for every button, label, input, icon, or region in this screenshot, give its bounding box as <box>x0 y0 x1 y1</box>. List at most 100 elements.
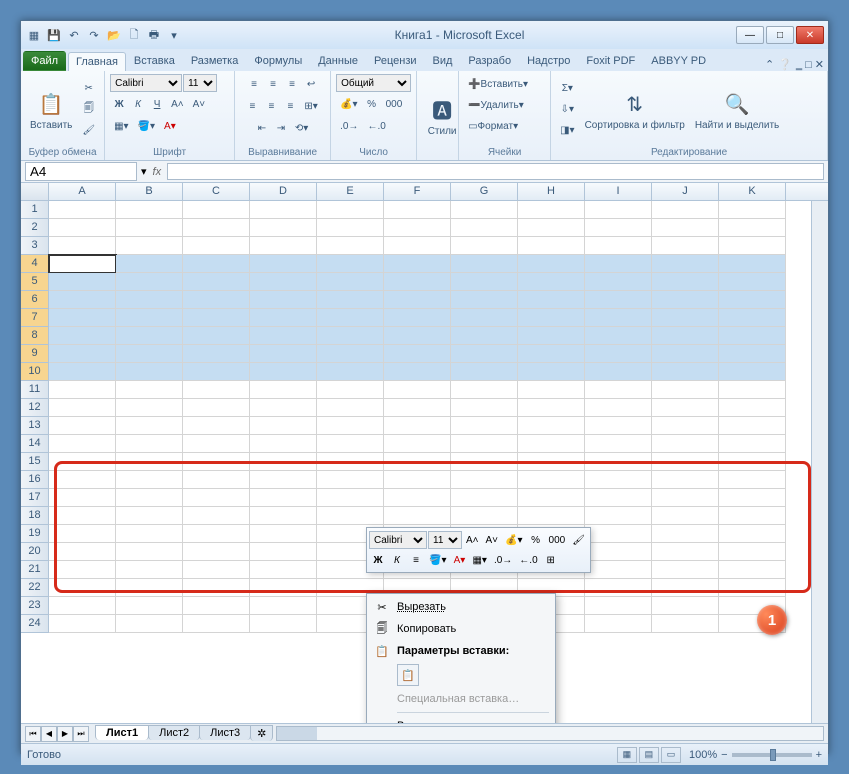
cell-E4[interactable] <box>317 255 384 273</box>
menu-cut[interactable]: ✂Вырезать <box>369 596 553 618</box>
row-header-10[interactable]: 10 <box>21 363 49 381</box>
cell-J23[interactable] <box>652 597 719 615</box>
cell-C23[interactable] <box>183 597 250 615</box>
mini-fill-color-icon[interactable]: 🪣▾ <box>426 551 449 569</box>
row-header-15[interactable]: 15 <box>21 453 49 471</box>
cell-K9[interactable] <box>719 345 786 363</box>
row-header-14[interactable]: 14 <box>21 435 49 453</box>
zoom-slider[interactable] <box>732 753 812 757</box>
col-header-F[interactable]: F <box>384 183 451 200</box>
cell-A12[interactable] <box>49 399 116 417</box>
align-right-icon[interactable]: ≡ <box>281 96 299 116</box>
row-header-18[interactable]: 18 <box>21 507 49 525</box>
cell-D7[interactable] <box>250 309 317 327</box>
row-header-6[interactable]: 6 <box>21 291 49 309</box>
mini-border-icon[interactable]: ▦▾ <box>469 551 489 569</box>
cell-F12[interactable] <box>384 399 451 417</box>
paste-button[interactable]: 📋 Вставить <box>26 77 76 143</box>
row-header-12[interactable]: 12 <box>21 399 49 417</box>
menu-copy[interactable]: 🗐Копировать <box>369 618 553 640</box>
cell-K8[interactable] <box>719 327 786 345</box>
cell-D1[interactable] <box>250 201 317 219</box>
cell-D5[interactable] <box>250 273 317 291</box>
cell-K13[interactable] <box>719 417 786 435</box>
cell-J24[interactable] <box>652 615 719 633</box>
cell-K4[interactable] <box>719 255 786 273</box>
cell-B1[interactable] <box>116 201 183 219</box>
cell-H5[interactable] <box>518 273 585 291</box>
cell-J10[interactable] <box>652 363 719 381</box>
cell-F9[interactable] <box>384 345 451 363</box>
cell-J17[interactable] <box>652 489 719 507</box>
open-icon[interactable]: 📂 <box>105 26 123 44</box>
cell-G3[interactable] <box>451 237 518 255</box>
tab-view[interactable]: Вид <box>425 51 461 71</box>
cell-K2[interactable] <box>719 219 786 237</box>
cell-G1[interactable] <box>451 201 518 219</box>
sheet-tab-2[interactable]: Лист2 <box>148 725 200 740</box>
styles-button[interactable]: 🅰 Стили <box>422 82 462 148</box>
sheet-nav-prev-icon[interactable]: ◀ <box>41 726 57 742</box>
col-header-I[interactable]: I <box>585 183 652 200</box>
mini-grow-font-icon[interactable]: A˄ <box>463 531 482 549</box>
mini-dec-decimal-icon[interactable]: ←.0 <box>516 551 540 569</box>
name-box[interactable] <box>25 162 137 181</box>
cell-C19[interactable] <box>183 525 250 543</box>
cell-B12[interactable] <box>116 399 183 417</box>
cell-A16[interactable] <box>49 471 116 489</box>
merge-icon[interactable]: ⊞▾ <box>300 96 321 116</box>
cell-I22[interactable] <box>585 579 652 597</box>
row-header-19[interactable]: 19 <box>21 525 49 543</box>
tab-formulas[interactable]: Формулы <box>246 51 310 71</box>
cell-B20[interactable] <box>116 543 183 561</box>
find-select-button[interactable]: 🔍 Найти и выделить <box>691 77 783 143</box>
cell-C2[interactable] <box>183 219 250 237</box>
row-header-16[interactable]: 16 <box>21 471 49 489</box>
cell-D20[interactable] <box>250 543 317 561</box>
cell-K5[interactable] <box>719 273 786 291</box>
mini-accounting-icon[interactable]: 💰▾ <box>502 531 525 549</box>
fill-icon[interactable]: ⇩▾ <box>556 100 578 120</box>
col-header-G[interactable]: G <box>451 183 518 200</box>
excel-icon[interactable]: ▦ <box>25 26 43 44</box>
cell-F5[interactable] <box>384 273 451 291</box>
cell-J21[interactable] <box>652 561 719 579</box>
increase-decimal-icon[interactable]: .0→ <box>336 116 362 136</box>
cell-A22[interactable] <box>49 579 116 597</box>
cell-C22[interactable] <box>183 579 250 597</box>
cell-H2[interactable] <box>518 219 585 237</box>
cell-F8[interactable] <box>384 327 451 345</box>
cell-H14[interactable] <box>518 435 585 453</box>
cell-B15[interactable] <box>116 453 183 471</box>
align-bottom-icon[interactable]: ≡ <box>283 74 301 94</box>
cell-J16[interactable] <box>652 471 719 489</box>
cell-F16[interactable] <box>384 471 451 489</box>
cell-H15[interactable] <box>518 453 585 471</box>
cell-F2[interactable] <box>384 219 451 237</box>
cell-A13[interactable] <box>49 417 116 435</box>
cells-insert-button[interactable]: ➕ Вставить ▾ <box>464 74 545 94</box>
cell-G9[interactable] <box>451 345 518 363</box>
row-header-3[interactable]: 3 <box>21 237 49 255</box>
cell-G18[interactable] <box>451 507 518 525</box>
cell-E2[interactable] <box>317 219 384 237</box>
cell-D17[interactable] <box>250 489 317 507</box>
cell-B2[interactable] <box>116 219 183 237</box>
cell-J15[interactable] <box>652 453 719 471</box>
cell-J5[interactable] <box>652 273 719 291</box>
row-header-8[interactable]: 8 <box>21 327 49 345</box>
cell-J18[interactable] <box>652 507 719 525</box>
col-header-H[interactable]: H <box>518 183 585 200</box>
close-button[interactable]: ✕ <box>796 26 824 44</box>
cell-F6[interactable] <box>384 291 451 309</box>
col-header-D[interactable]: D <box>250 183 317 200</box>
cell-C5[interactable] <box>183 273 250 291</box>
sheet-nav-next-icon[interactable]: ▶ <box>57 726 73 742</box>
indent-inc-icon[interactable]: ⇥ <box>272 118 290 138</box>
cell-B23[interactable] <box>116 597 183 615</box>
cell-H1[interactable] <box>518 201 585 219</box>
sheet-new-icon[interactable]: ✲ <box>250 725 273 741</box>
cell-C21[interactable] <box>183 561 250 579</box>
decrease-decimal-icon[interactable]: ←.0 <box>363 116 389 136</box>
cell-E7[interactable] <box>317 309 384 327</box>
